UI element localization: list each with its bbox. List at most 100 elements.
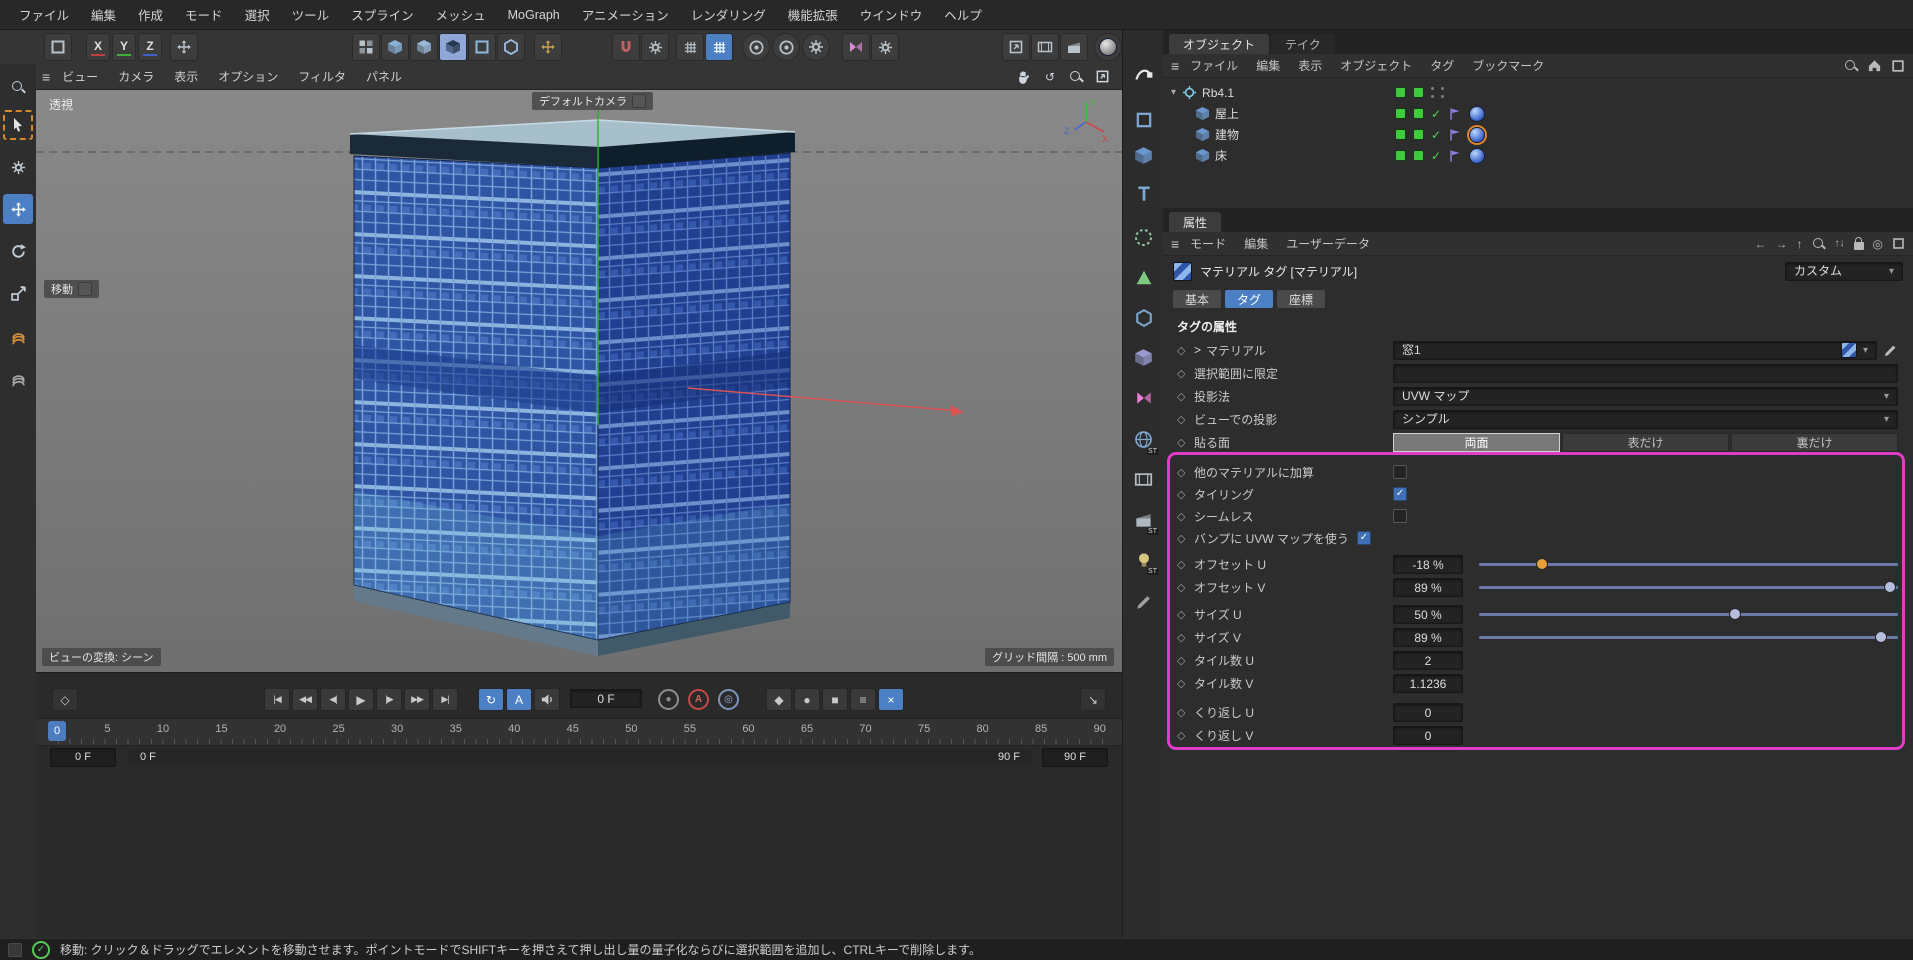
repeat-v-field[interactable]: 0	[1393, 726, 1463, 745]
offset-v-field[interactable]: 89 %	[1393, 578, 1463, 597]
tweak-tool[interactable]	[3, 152, 33, 182]
tiling-checkbox[interactable]: ✓	[1393, 487, 1407, 501]
om-menu-icon[interactable]: ≡	[1171, 58, 1179, 74]
previous-key-button[interactable]: ◀◀	[292, 688, 318, 711]
om-menu-file[interactable]: ファイル	[1181, 57, 1247, 74]
offset-v-slider[interactable]	[1479, 578, 1898, 597]
om-menu-bookmarks[interactable]: ブックマーク	[1463, 57, 1553, 74]
chevron-down-icon[interactable]: ▾	[1863, 341, 1868, 360]
symmetry-object-icon[interactable]	[1128, 382, 1159, 413]
menu-mode[interactable]: モード	[174, 5, 234, 24]
vp-menu-filter[interactable]: フィルタ	[288, 68, 356, 85]
layer-square-icon[interactable]	[1413, 129, 1424, 140]
deformer-coil-tool[interactable]	[3, 366, 33, 396]
offset-u-field[interactable]: -18 %	[1393, 555, 1463, 574]
loop-playback-button[interactable]: ↻	[478, 688, 504, 711]
tab-attributes[interactable]: 属性	[1169, 212, 1221, 232]
layer-square-icon[interactable]	[1395, 87, 1406, 98]
range-end-field[interactable]: 90 F	[1042, 748, 1108, 767]
object-name[interactable]: 床	[1215, 147, 1227, 164]
quantize-enabled-icon[interactable]	[705, 33, 733, 61]
om-home-icon[interactable]	[1867, 58, 1882, 73]
sort-icon[interactable]: ↑↓	[1835, 238, 1845, 249]
size-v-slider[interactable]	[1479, 628, 1898, 647]
enabled-check-icon[interactable]: ✓	[1431, 128, 1441, 142]
timeline-expand-corner-button[interactable]: ↘	[1080, 688, 1106, 711]
range-start-field[interactable]: 0 F	[50, 748, 116, 767]
side-front-button[interactable]: 表だけ	[1562, 433, 1729, 452]
tab-takes[interactable]: テイク	[1271, 34, 1335, 54]
play-sound-quantize-button[interactable]: A	[506, 688, 532, 711]
new-panel-icon[interactable]	[1892, 237, 1905, 250]
om-layout-icon[interactable]	[1891, 59, 1905, 73]
workplane-mode-icon[interactable]	[468, 33, 496, 61]
tree-row-rb41[interactable]: ▾ Rb4.1	[1163, 82, 1913, 103]
menu-select[interactable]: 選択	[234, 5, 281, 24]
menu-animation[interactable]: アニメーション	[571, 5, 680, 24]
spline-coil-tool[interactable]	[3, 324, 33, 354]
sound-button[interactable]	[534, 688, 560, 711]
preset-dropdown[interactable]: カスタム ▾	[1785, 262, 1903, 281]
side-back-button[interactable]: 裏だけ	[1731, 433, 1898, 452]
attr-menu-mode[interactable]: モード	[1181, 235, 1235, 252]
sketch-material-icon[interactable]	[1128, 586, 1159, 617]
layer-square-icon[interactable]	[1413, 87, 1424, 98]
viewport-search-icon[interactable]	[3, 72, 33, 102]
snap-magnet-icon[interactable]	[612, 33, 640, 61]
viewport-canvas[interactable]: 透視 デフォルトカメラ 移動 ビューの変換: シーン グリッド間隔 : 500 …	[36, 90, 1122, 673]
vp-menu-view[interactable]: ビュー	[52, 68, 108, 85]
autokey-button[interactable]: A	[688, 689, 709, 710]
key-position-button[interactable]: ◆	[766, 688, 792, 711]
spline-pen-icon[interactable]	[1128, 58, 1159, 89]
menu-tools[interactable]: ツール	[281, 5, 341, 24]
menu-spline[interactable]: スプライン	[340, 5, 425, 24]
tiles-u-field[interactable]: 2	[1393, 651, 1463, 670]
object-mode-icon[interactable]	[410, 33, 438, 61]
material-link-field[interactable]: 窓1 ▾	[1393, 341, 1877, 360]
stage-object-icon[interactable]	[1128, 464, 1159, 495]
side-both-button[interactable]: 両面	[1393, 433, 1560, 452]
current-frame-field[interactable]: 0 F	[570, 689, 642, 708]
om-menu-edit[interactable]: 編集	[1247, 57, 1289, 74]
texture-tag-icon[interactable]	[1469, 106, 1485, 122]
key-rotation-button[interactable]: ■	[822, 688, 848, 711]
menu-render[interactable]: レンダリング	[680, 5, 777, 24]
menu-window[interactable]: ウインドウ	[849, 5, 934, 24]
vp-menu-camera[interactable]: カメラ	[108, 68, 164, 85]
building-3d-model[interactable]	[350, 120, 795, 656]
camera-lock-icon[interactable]	[632, 94, 646, 108]
window-layout-icon[interactable]	[44, 33, 72, 61]
live-selection-tool[interactable]	[3, 110, 33, 140]
axis-modification-icon[interactable]	[534, 33, 562, 61]
timeline-ruler[interactable]: 0 0510 152025 303540 455055 606570 75808…	[36, 718, 1122, 746]
lock-icon[interactable]	[1854, 242, 1864, 250]
layer-square-icon[interactable]	[1395, 150, 1406, 161]
tab-coordinates[interactable]: 座標	[1277, 290, 1325, 308]
projection-dropdown[interactable]: UVW マップ ▾	[1393, 387, 1898, 406]
layer-square-icon[interactable]	[1413, 150, 1424, 161]
lock-y-axis-button[interactable]: Y	[112, 33, 136, 61]
phong-tag-icon[interactable]	[1448, 149, 1462, 163]
menu-mograph[interactable]: MoGraph	[497, 8, 571, 22]
cube-object-icon[interactable]	[1128, 140, 1159, 171]
range-strip[interactable]: 0 F 90 F	[128, 749, 1032, 765]
size-u-slider[interactable]	[1479, 605, 1898, 624]
render-settings-icon[interactable]	[802, 33, 830, 61]
next-frame-button[interactable]: |▶	[376, 688, 402, 711]
texture-mode-icon[interactable]	[439, 33, 467, 61]
pan-view-icon[interactable]	[1014, 67, 1034, 87]
render-view-icon[interactable]	[742, 33, 770, 61]
keyframe-selection-button[interactable]: ◎	[718, 689, 739, 710]
size-v-field[interactable]: 89 %	[1393, 628, 1463, 647]
vp-menu-options[interactable]: オプション	[208, 68, 288, 85]
tree-row-tatemono[interactable]: 建物 ✓	[1163, 124, 1913, 145]
render-region-icon[interactable]	[1031, 33, 1059, 61]
maximize-view-icon[interactable]	[1092, 67, 1112, 87]
light-object-icon[interactable]: ST	[1128, 544, 1159, 575]
phong-tag-icon[interactable]	[1448, 107, 1462, 121]
history-forward-icon[interactable]: →	[1776, 237, 1788, 251]
attr-menu-edit[interactable]: 編集	[1235, 235, 1277, 252]
timeline-playhead[interactable]: 0	[48, 721, 66, 741]
rotate-tool[interactable]	[3, 236, 33, 266]
camera-label-badge[interactable]: デフォルトカメラ	[532, 92, 653, 110]
